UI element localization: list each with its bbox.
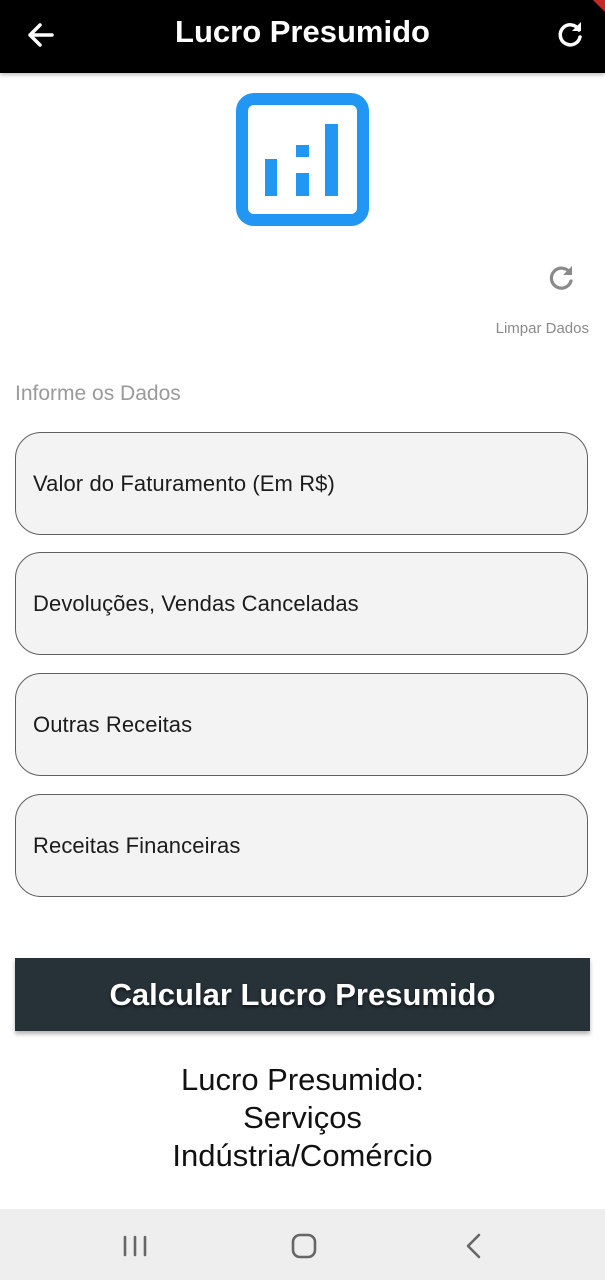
back-chevron-icon[interactable]: [457, 1229, 491, 1263]
system-nav-bar: [0, 1209, 605, 1280]
refresh-icon[interactable]: [543, 260, 579, 296]
refresh-icon[interactable]: [553, 17, 587, 51]
returns-canceled-sales-input[interactable]: Devoluções, Vendas Canceladas: [15, 552, 588, 655]
app-bar: Lucro Presumido: [0, 0, 605, 73]
other-revenue-placeholder: Outras Receitas: [33, 711, 193, 737]
calculate-button[interactable]: Calcular Lucro Presumido: [15, 958, 590, 1031]
home-icon[interactable]: [287, 1229, 321, 1263]
billing-value-input[interactable]: Valor do Faturamento (Em R$): [15, 432, 588, 535]
result-title: Lucro Presumido:: [181, 1062, 424, 1097]
other-revenue-input[interactable]: Outras Receitas: [15, 673, 588, 776]
recent-apps-icon[interactable]: [118, 1229, 152, 1263]
financial-revenue-placeholder: Receitas Financeiras: [33, 832, 241, 858]
billing-value-placeholder: Valor do Faturamento (Em R$): [33, 470, 335, 496]
clear-data-button[interactable]: Limpar Dados: [496, 320, 589, 337]
result-industry-commerce: Indústria/Comércio: [172, 1138, 433, 1173]
returns-canceled-sales-placeholder: Devoluções, Vendas Canceladas: [33, 590, 359, 616]
debug-banner-corner: [593, 0, 605, 12]
result-services: Serviços: [243, 1100, 362, 1135]
section-label: Informe os Dados: [15, 382, 181, 405]
page-title: Lucro Presumido: [175, 14, 430, 49]
bar-chart-square-icon: [236, 93, 369, 226]
financial-revenue-input[interactable]: Receitas Financeiras: [15, 794, 588, 897]
